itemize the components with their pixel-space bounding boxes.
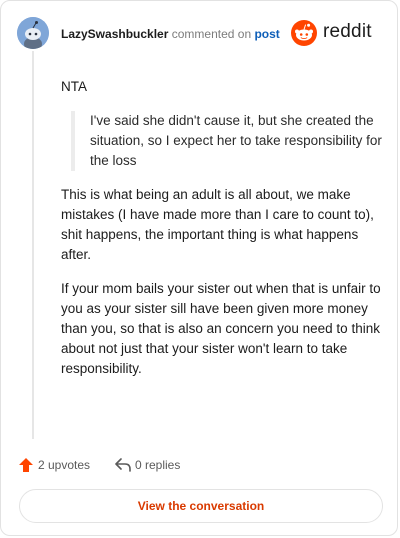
view-conversation-button[interactable]: View the conversation (19, 489, 383, 523)
post-link[interactable]: post (254, 27, 279, 41)
reply-arrow-icon (115, 458, 131, 472)
comment-paragraph: If your mom bails your sister out when t… (61, 281, 381, 376)
blockquote: I've said she didn't cause it, but she c… (71, 111, 391, 171)
snoo-avatar-icon (17, 17, 49, 49)
comment-paragraph: This is what being an adult is all about… (61, 187, 374, 262)
replies-label: 0 replies (135, 458, 181, 472)
upvote-arrow-icon (19, 458, 33, 472)
reddit-wordmark: reddit (323, 21, 372, 42)
comment-header: LazySwashbuckler commented on post reddi… (17, 15, 383, 55)
quote-bar (71, 111, 75, 171)
username[interactable]: LazySwashbuckler (61, 27, 168, 41)
upvotes-label: 2 upvotes (38, 458, 91, 472)
reddit-brand[interactable]: reddit (291, 20, 383, 46)
comment-paragraph: NTA (61, 79, 87, 94)
comment-card: LazySwashbuckler commented on post reddi… (0, 0, 398, 536)
thread-line (32, 51, 34, 439)
action-text: commented on (171, 27, 252, 41)
quote-text: I've said she didn't cause it, but she c… (90, 113, 382, 168)
comment-body: NTA I've said she didn't cause it, but s… (61, 77, 391, 393)
comment-meta: LazySwashbuckler commented on post (61, 27, 280, 41)
reddit-logo-icon (291, 20, 317, 46)
avatar[interactable] (17, 17, 49, 49)
